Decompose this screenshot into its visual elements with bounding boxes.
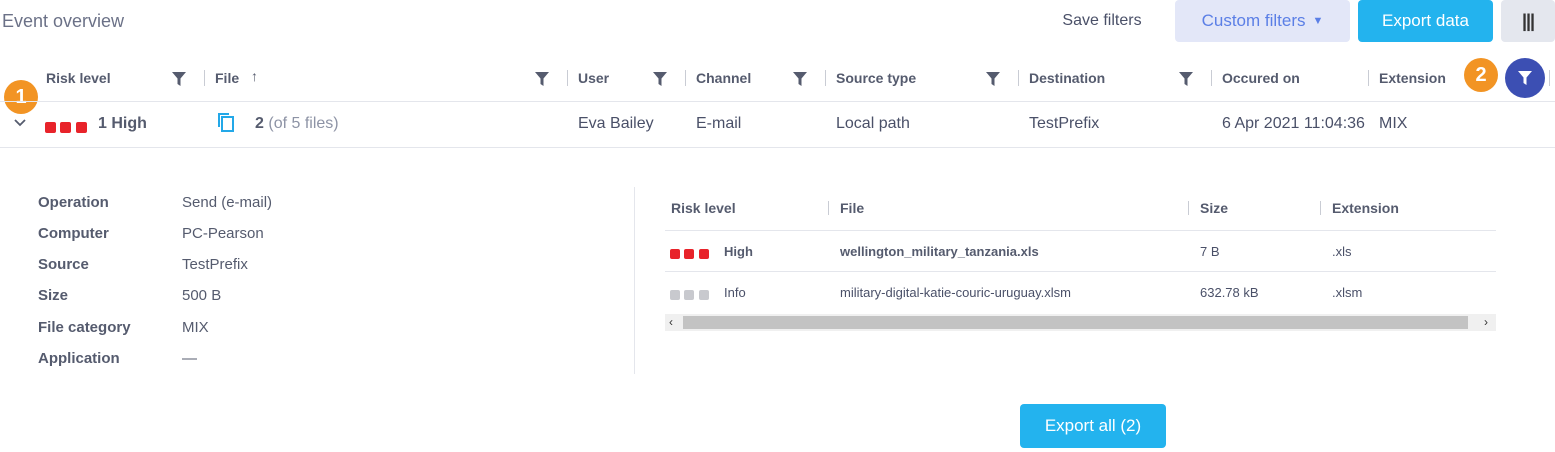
column-separator[interactable] [685,70,686,86]
detail-label-application: Application [38,350,120,367]
detail-label-operation: Operation [38,194,109,211]
column-separator[interactable] [204,70,205,86]
save-filters-button[interactable]: Save filters [1040,0,1164,42]
files-header-size[interactable]: Size [1200,200,1228,216]
scrollbar-thumb[interactable] [683,316,1468,329]
files-header-extension[interactable]: Extension [1332,200,1399,216]
column-separator[interactable] [1320,201,1321,215]
row-file-count: 2 [255,115,264,132]
details-divider [634,187,635,374]
file-row-name[interactable]: wellington_military_tanzania.xls [840,244,1039,259]
header-divider [0,101,1555,102]
detail-label-source: Source [38,256,89,273]
row-risk-level: 1 High [98,115,147,132]
custom-filters-dropdown[interactable]: Custom filters ▼ [1175,0,1350,42]
detail-label-computer: Computer [38,225,109,242]
expand-row-chevron-icon[interactable] [13,116,27,133]
scroll-right-icon[interactable]: › [1484,314,1488,331]
column-header-occured-on[interactable]: Occured on [1222,70,1300,86]
detail-label-file-category: File category [38,319,131,336]
file-row-extension: .xls [1332,244,1352,259]
column-separator[interactable] [1211,70,1212,86]
file-row-risk: High [724,244,753,259]
row-channel: E-mail [696,115,742,132]
file-risk-indicator-info [670,287,709,300]
scroll-left-icon[interactable]: ‹ [669,314,673,331]
step-badge-2: 2 [1464,58,1498,92]
step-badge-1: 1 [4,80,38,114]
column-separator[interactable] [1188,201,1189,215]
page-title: Event overview [2,11,125,31]
chevron-down-icon: ▼ [1312,15,1324,27]
export-data-button[interactable]: Export data [1358,0,1493,42]
row-occured-on: 6 Apr 2021 11:04:36 [1222,115,1365,132]
files-header-risk-level[interactable]: Risk level [671,200,736,216]
risk-indicator-high [45,120,87,133]
detail-value-size: 500 B [182,287,222,304]
column-separator[interactable] [825,70,826,86]
sort-ascending-icon[interactable]: ↑ [251,68,258,84]
row-source-type: Local path [836,115,910,132]
filter-channel-icon[interactable] [793,72,807,86]
file-row-risk: Info [724,285,746,300]
row-destination: TestPrefix [1029,115,1100,132]
row-file-total: (of 5 files) [268,115,339,132]
row-user: Eva Bailey [578,115,654,132]
detail-value-operation: Send (e-mail) [182,194,273,211]
copy-files-icon[interactable] [217,112,235,133]
row-extension: MIX [1379,115,1408,132]
detail-label-size: Size [38,287,69,304]
column-separator[interactable] [828,201,829,215]
filter-risk-level-icon[interactable] [172,72,186,86]
file-row-name[interactable]: military-digital-katie-couric-uruguay.xl… [840,285,1071,300]
column-header-risk-level[interactable]: Risk level [46,70,111,86]
export-all-button[interactable]: Export all (2) [1020,404,1166,448]
custom-filters-label: Custom filters [1201,11,1306,30]
columns-icon: ||| [1521,11,1535,31]
column-header-channel[interactable]: Channel [696,70,751,86]
filter-source-type-icon[interactable] [986,72,1000,86]
column-header-file[interactable]: File [215,70,239,86]
filter-icon [1518,71,1532,85]
filter-destination-icon[interactable] [1179,72,1193,86]
column-separator[interactable] [1018,70,1019,86]
columns-button[interactable]: ||| [1501,0,1555,42]
file-row-size: 7 B [1200,244,1220,259]
column-separator[interactable] [567,70,568,86]
files-row-divider [665,271,1496,272]
detail-value-source: TestPrefix [182,256,248,273]
files-header-file[interactable]: File [840,200,864,216]
file-row-extension: .xlsm [1332,285,1363,300]
column-header-extension[interactable]: Extension [1379,70,1446,86]
column-separator[interactable] [1368,70,1369,86]
detail-value-computer: PC-Pearson [182,225,264,242]
detail-value-file-category: MIX [182,319,209,336]
file-row-size: 632.78 kB [1200,285,1259,300]
row-divider [0,147,1555,148]
column-header-source-type[interactable]: Source type [836,70,916,86]
detail-value-application: — [182,350,197,367]
files-header-divider [665,230,1496,231]
row-file-summary: 2 (of 5 files) [255,115,339,133]
filter-user-icon[interactable] [653,72,667,86]
file-risk-indicator-high [670,246,709,259]
column-separator[interactable] [1549,70,1550,86]
advanced-filter-button[interactable] [1505,58,1545,98]
column-header-destination[interactable]: Destination [1029,70,1105,86]
filter-file-icon[interactable] [535,72,549,86]
column-header-user[interactable]: User [578,70,609,86]
